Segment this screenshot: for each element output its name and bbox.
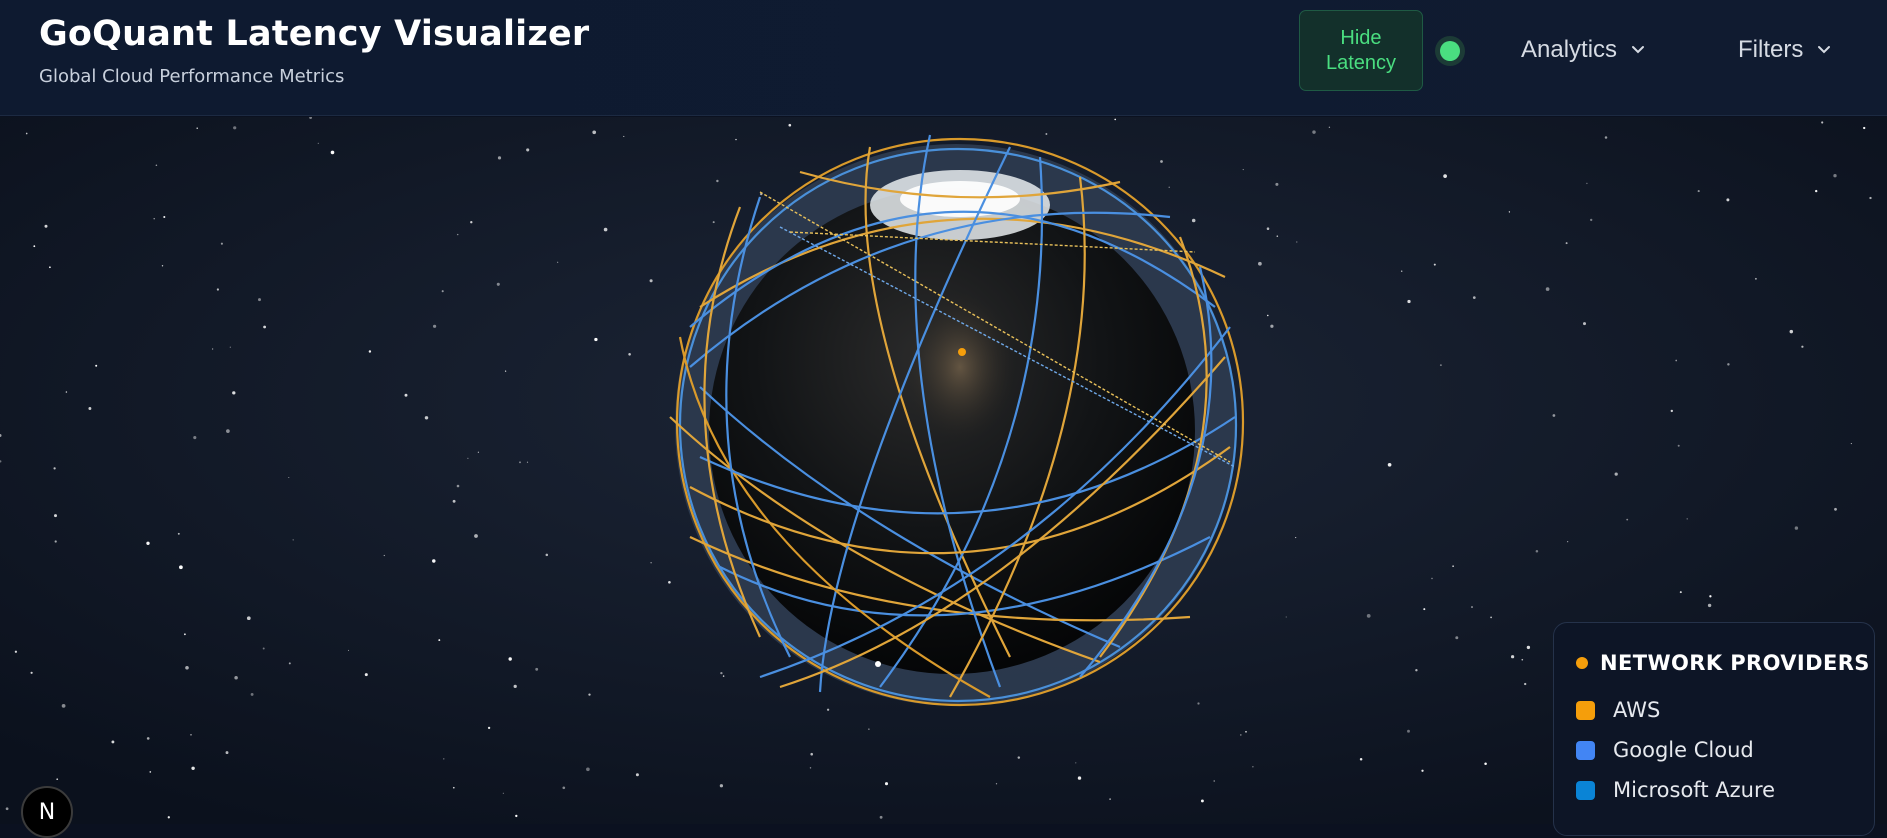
legend-title: NETWORK PROVIDERS [1600,651,1870,675]
app-header: GoQuant Latency Visualizer Global Cloud … [0,0,1887,116]
nextjs-badge-icon[interactable]: N [21,786,73,838]
status-indicator-icon [1435,36,1465,66]
hide-latency-label: Hide Latency [1325,26,1397,74]
badge-label: N [38,799,56,825]
chevron-down-icon [1818,46,1831,54]
chevron-down-icon [1632,46,1645,54]
analytics-menu-label: Analytics [1521,36,1618,63]
gcp-swatch-icon [1576,740,1595,760]
legend-item-google-cloud[interactable]: Google Cloud [1576,738,1754,762]
azure-swatch-icon [1576,780,1595,800]
aws-swatch-icon [1576,700,1595,720]
page-subtitle: Global Cloud Performance Metrics [39,66,345,87]
page-title: GoQuant Latency Visualizer [39,14,590,54]
filters-menu-label: Filters [1738,36,1804,63]
legend-item-label: Google Cloud [1613,738,1754,762]
legend-item-label: AWS [1613,698,1661,722]
legend-item-azure[interactable]: Microsoft Azure [1576,778,1775,802]
legend-dot-icon [1576,657,1588,669]
legend-item-aws[interactable]: AWS [1576,698,1660,722]
legend-item-label: Microsoft Azure [1613,778,1776,802]
legend-panel: NETWORK PROVIDERS AWS Google Cloud Micro… [1553,622,1875,836]
filters-menu[interactable]: Filters [1738,36,1833,64]
hide-latency-button[interactable]: Hide Latency [1299,10,1423,91]
analytics-menu[interactable]: Analytics [1521,36,1647,64]
legend-header: NETWORK PROVIDERS [1576,651,1870,675]
